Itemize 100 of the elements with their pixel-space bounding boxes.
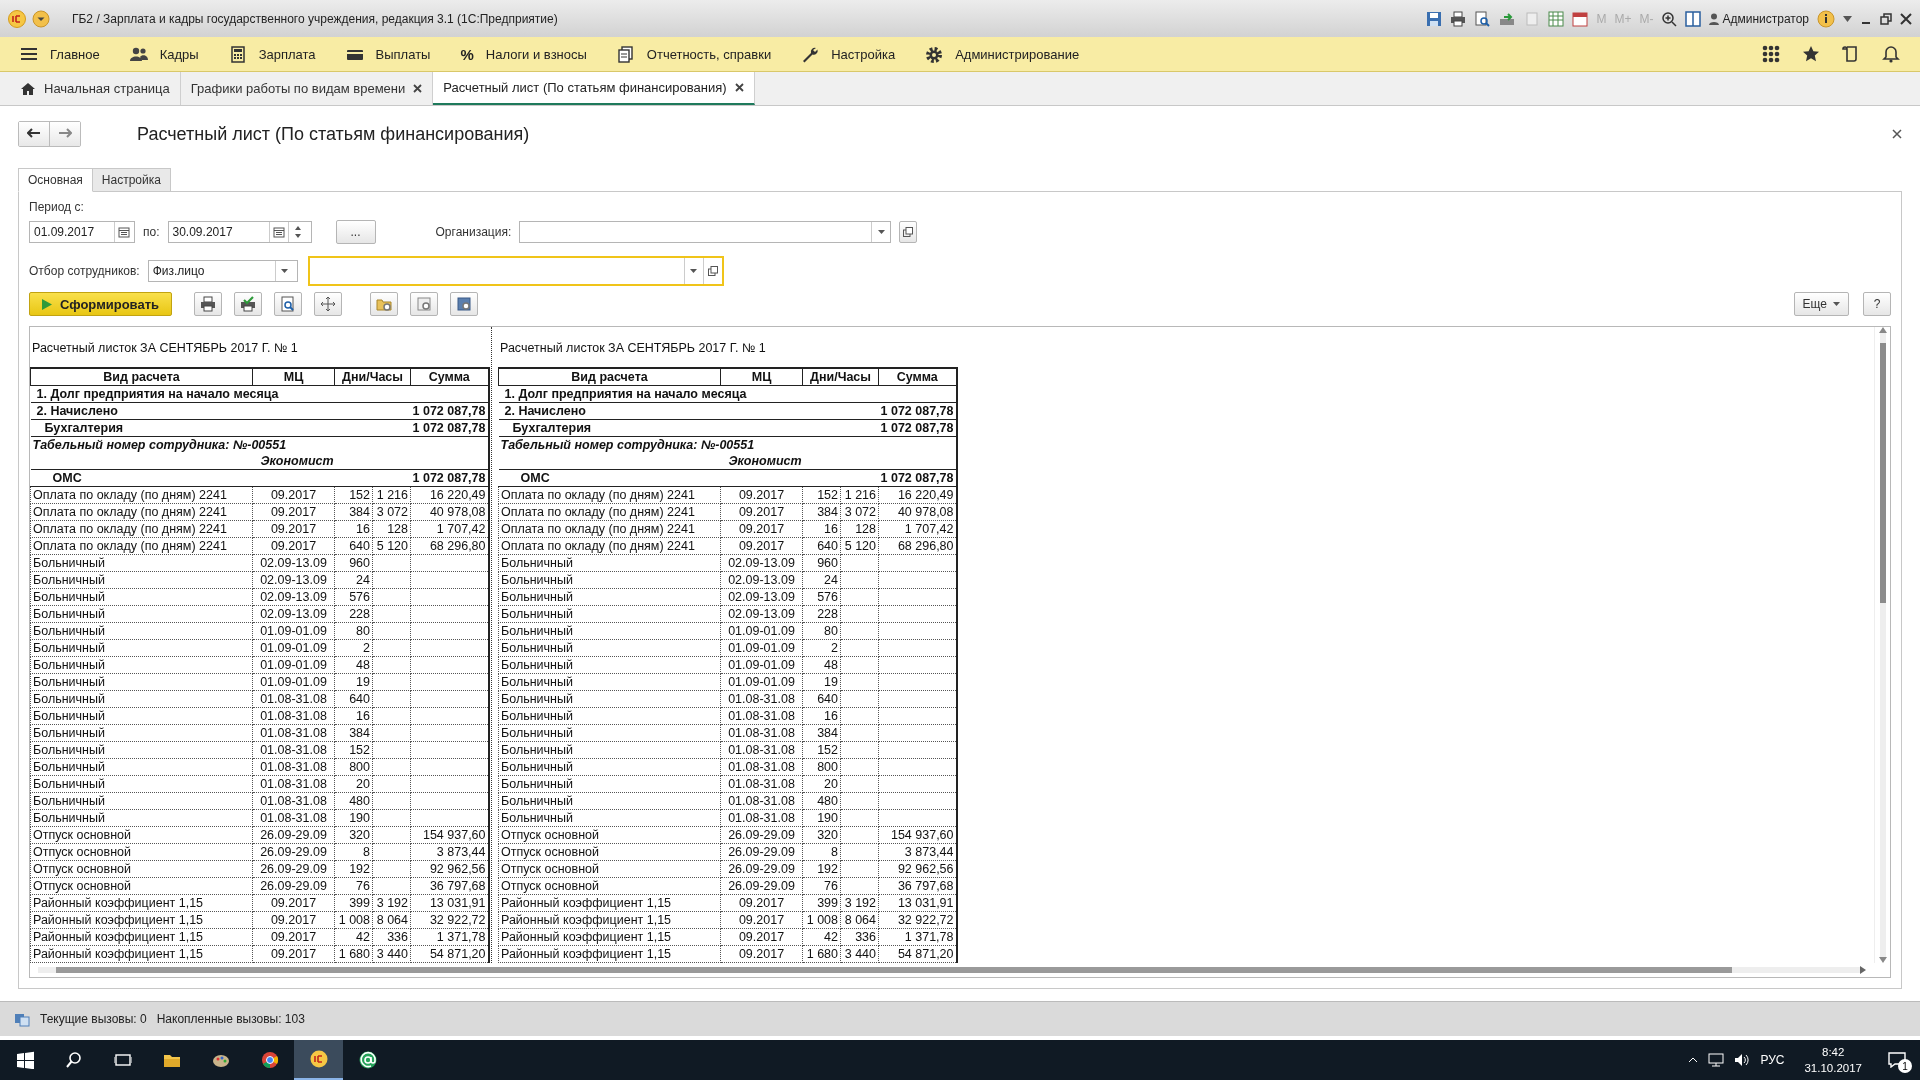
restore-icon[interactable] [1880,12,1892,25]
menu-section[interactable]: Кадры [159,46,199,62]
save-settings-button[interactable] [450,292,479,316]
people-icon[interactable] [129,45,148,63]
tab[interactable]: Основная [18,168,93,192]
network-icon[interactable] [1708,1053,1725,1067]
calendar-icon[interactable] [118,226,130,238]
table-cell: 152 [334,486,373,504]
menu-section[interactable]: Главное [50,46,100,62]
move-cross-button[interactable] [314,292,343,316]
info-icon[interactable] [1817,9,1835,28]
notifications-icon[interactable] [1888,1052,1906,1068]
period-button[interactable]: ... [335,220,376,244]
employee-filter-select[interactable]: Физ.лицо [147,260,298,282]
table-cell: 02.09-13.09 [720,571,803,589]
table-cell: 26.09-29.09 [252,843,335,861]
menu-section[interactable]: Зарплата [258,46,316,62]
move-cross-icon [320,296,337,312]
date-field[interactable]: 01.09.2017 [29,221,135,243]
calendar-icon[interactable] [1572,10,1589,27]
table-cell: 8 064 [840,911,879,929]
employee-field[interactable] [307,256,724,286]
table-cell: Больничный [30,724,253,742]
close-icon[interactable] [413,84,423,93]
open-form-icon[interactable] [707,266,718,276]
documents-icon[interactable] [616,45,635,63]
calendar-icon[interactable] [272,226,285,238]
menu-section[interactable]: Отчетность, справки [646,46,772,62]
save-settings-icon [456,296,473,312]
organization-field[interactable] [519,221,892,243]
menu-section[interactable]: Администрирование [955,46,1080,62]
tab[interactable]: Расчетный лист (По статьям финансирования) [433,72,755,105]
clock-date[interactable]: 31.10.2017 [1804,1060,1862,1076]
folder-gear-button[interactable] [370,292,399,316]
table-cell: 09.2017 [720,928,803,946]
calls-icon[interactable] [14,1011,30,1027]
start-icon[interactable] [15,1051,34,1069]
caret-down-icon[interactable] [1843,15,1852,22]
scroll-right-icon[interactable] [1860,966,1866,974]
table-cell: 01.09-01.09 [252,656,335,674]
open-button[interactable] [899,221,918,243]
app-logo-icon[interactable] [8,9,26,28]
user-name[interactable]: Администратор [1722,11,1809,26]
caret-down-icon[interactable] [32,9,50,28]
chevron-up-icon[interactable] [1688,1057,1699,1063]
menu-section[interactable]: Настройка [831,46,896,62]
input-language[interactable]: РУС [1760,1053,1785,1067]
percent-icon[interactable]: % [460,45,474,63]
clock-time[interactable]: 8:42 [1822,1044,1845,1060]
wrench-icon[interactable] [801,45,820,63]
help-button[interactable]: ? [1863,292,1891,316]
settings-list-button[interactable] [410,292,439,316]
volume-icon[interactable] [1734,1053,1751,1067]
menu-section[interactable]: Налоги и взносы [485,46,587,62]
print-icon[interactable] [1450,10,1467,27]
dropdown-arrow-icon[interactable] [690,269,698,273]
vertical-scrollbar[interactable] [1874,327,1890,963]
back-button[interactable] [19,122,50,146]
dropdown-arrow-icon[interactable] [877,230,885,234]
tab[interactable]: Начальная страница [10,72,181,105]
panel-icon[interactable] [1685,10,1702,27]
print-button[interactable] [194,292,223,316]
dropdown-arrow-icon[interactable] [281,269,289,273]
print-settings-button[interactable] [234,292,263,316]
gear-icon[interactable] [925,45,944,63]
table-cell: Отпуск основной [30,877,253,895]
save-icon[interactable] [1426,10,1443,27]
more-button[interactable]: Еще [1793,292,1849,316]
browser-icon[interactable] [260,1051,279,1069]
table-cell: 1 216 [840,486,879,504]
print-preview-icon[interactable] [1474,10,1491,27]
spin-arrows-icon[interactable] [293,225,302,239]
table-cell: 01.08-31.08 [252,707,335,725]
calculator-icon[interactable] [228,45,247,63]
bell-icon[interactable] [1882,45,1900,63]
table-icon[interactable] [1548,10,1565,27]
close-icon[interactable] [1892,129,1902,139]
app-logo-icon[interactable] [309,1050,328,1068]
menu-icon[interactable] [20,45,38,63]
table-cell: 228 [334,605,373,623]
tab[interactable]: Настройка [91,168,171,192]
document-icon [1524,10,1541,27]
table-cell: 01.09-01.09 [252,673,335,691]
scroll-up-icon[interactable] [1878,327,1887,333]
search-icon[interactable] [64,1051,83,1069]
generate-button[interactable]: Сформировать [29,292,173,316]
task-view-icon[interactable] [113,1051,132,1069]
history-icon[interactable] [1842,45,1860,63]
menu-section[interactable]: Выплаты [375,46,431,62]
star-icon[interactable] [1802,45,1820,63]
notification-count: 1 [1898,1059,1912,1073]
at-sign-icon[interactable] [358,1051,377,1069]
close-icon[interactable] [1900,12,1912,25]
zoom-in-icon[interactable] [1661,10,1678,27]
export-icon[interactable] [1498,10,1517,27]
apps-grid-icon[interactable] [1762,45,1780,63]
scroll-down-icon[interactable] [1878,957,1887,963]
date-field[interactable]: 30.09.2017 [167,221,312,243]
close-icon[interactable] [734,83,744,92]
print-preview-button[interactable] [274,292,303,316]
